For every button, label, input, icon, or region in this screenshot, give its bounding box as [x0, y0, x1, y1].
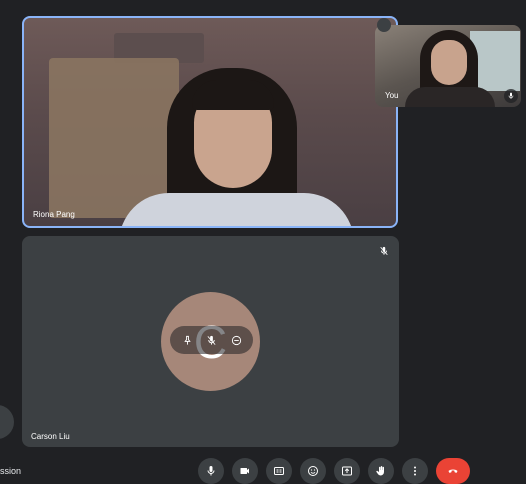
emoji-icon — [308, 466, 318, 476]
muted-indicator — [376, 243, 392, 259]
tile-hover-controls — [170, 326, 253, 354]
remove-circle-icon — [231, 335, 241, 345]
mic-icon — [508, 92, 514, 99]
participant-tile-audio[interactable]: C Carson Liu — [22, 236, 399, 447]
camera-icon — [240, 468, 249, 474]
video-participant-bangs — [192, 80, 274, 110]
captions-button[interactable] — [266, 458, 292, 484]
side-button[interactable] — [0, 405, 14, 439]
self-mic-indicator — [504, 89, 518, 103]
participant-name: Riona Pang — [33, 210, 75, 219]
more-options-button[interactable] — [402, 458, 428, 484]
call-end-icon — [448, 469, 458, 473]
mic-off-icon — [207, 335, 216, 345]
raise-hand-button[interactable] — [368, 458, 394, 484]
participant-tile-main[interactable]: Riona Pang — [22, 16, 398, 228]
pin-icon — [183, 335, 191, 345]
call-controls — [198, 458, 470, 484]
more-vert-icon — [414, 466, 416, 476]
self-view-tile[interactable]: You — [375, 25, 521, 107]
participant-name: Carson Liu — [31, 432, 70, 441]
present-button[interactable] — [334, 458, 360, 484]
remove-participant-button[interactable] — [227, 331, 245, 349]
camera-button[interactable] — [232, 458, 258, 484]
microphone-button[interactable] — [198, 458, 224, 484]
video-self-shirt — [405, 87, 495, 107]
hand-icon — [376, 466, 384, 476]
mic-icon — [207, 466, 215, 476]
leave-call-button[interactable] — [436, 458, 470, 484]
self-view-corner-dot — [377, 18, 391, 32]
video-participant-shirt — [119, 193, 354, 226]
present-icon — [342, 466, 352, 476]
pin-button[interactable] — [178, 331, 196, 349]
emoji-button[interactable] — [300, 458, 326, 484]
self-name: You — [385, 91, 399, 100]
video-self-face — [431, 40, 467, 85]
mute-participant-button[interactable] — [203, 331, 221, 349]
captions-icon — [274, 467, 284, 475]
mic-off-icon — [380, 246, 388, 256]
